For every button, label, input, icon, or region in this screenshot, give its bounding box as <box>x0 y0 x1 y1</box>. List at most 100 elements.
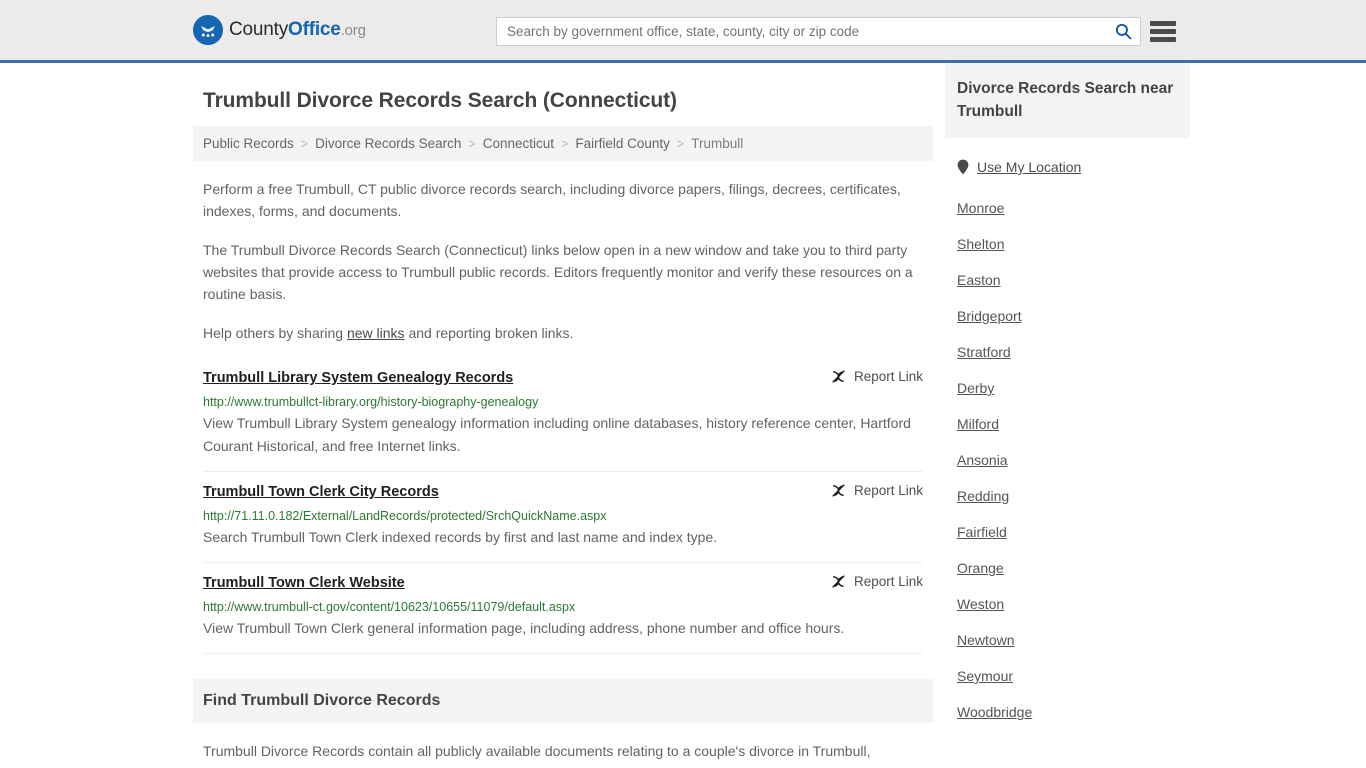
search-input[interactable] <box>497 18 1106 45</box>
find-records-heading: Find Trumbull Divorce Records <box>203 692 441 709</box>
result-description: View Trumbull Town Clerk general informa… <box>203 620 845 636</box>
list-item: Shelton <box>945 226 1190 262</box>
breadcrumb-item-fairfield-county[interactable]: Fairfield County <box>575 136 670 151</box>
main-content: Trumbull Divorce Records Search (Connect… <box>193 63 933 768</box>
list-item: Derby <box>945 370 1190 406</box>
breadcrumb-item-public-records[interactable]: Public Records <box>203 136 294 151</box>
breadcrumb: Public Records > Divorce Records Search … <box>193 126 933 161</box>
sidebar-city-bridgeport[interactable]: Bridgeport <box>945 298 1190 334</box>
sidebar-city-monroe[interactable]: Monroe <box>945 190 1190 226</box>
sidebar-city-redding[interactable]: Redding <box>945 478 1190 514</box>
report-link-label: Report Link <box>853 483 923 498</box>
broken-link-icon <box>832 575 845 588</box>
report-link-button[interactable]: Report Link <box>831 574 923 589</box>
breadcrumb-separator: > <box>561 136 569 151</box>
list-item: Milford <box>945 406 1190 442</box>
use-my-location-row[interactable]: Use My Location <box>957 159 1190 175</box>
breadcrumb-item-connecticut[interactable]: Connecticut <box>483 136 554 151</box>
find-records-heading-bar: Find Trumbull Divorce Records <box>193 679 933 723</box>
search-button[interactable] <box>1106 18 1140 45</box>
result-url-link[interactable]: http://71.11.0.182/External/LandRecords/… <box>203 508 923 524</box>
sidebar-city-newtown[interactable]: Newtown <box>945 622 1190 658</box>
breadcrumb-separator: > <box>676 136 685 151</box>
result-header: Trumbull Library System Genealogy Record… <box>203 368 923 388</box>
site-header: CountyOffice.org <box>0 0 1366 63</box>
search-icon <box>1115 23 1131 40</box>
menu-bar-3 <box>1150 37 1176 42</box>
result-item: Trumbull Library System Genealogy Record… <box>203 364 923 472</box>
breadcrumb-item-divorce-records-search[interactable]: Divorce Records Search <box>315 136 461 151</box>
sidebar-city-weston[interactable]: Weston <box>945 586 1190 622</box>
list-item: Orange <box>945 550 1190 586</box>
list-item: Bridgeport <box>945 298 1190 334</box>
result-header: Trumbull Town Clerk City Records Report … <box>203 482 923 502</box>
sidebar-city-fairfield[interactable]: Fairfield <box>945 514 1190 550</box>
search-bar[interactable] <box>496 17 1141 46</box>
results-list: Trumbull Library System Genealogy Record… <box>193 364 933 654</box>
content-row: Trumbull Divorce Records Search (Connect… <box>0 63 1366 768</box>
sidebar-city-seymour[interactable]: Seymour <box>945 658 1190 694</box>
result-item: Trumbull Town Clerk City Records Report … <box>203 472 923 563</box>
result-url-link[interactable]: http://www.trumbull-ct.gov/content/10623… <box>203 599 923 615</box>
list-item: Monroe <box>945 190 1190 226</box>
sidebar-city-woodbridge[interactable]: Woodbridge <box>945 694 1190 730</box>
sidebar-city-stratford[interactable]: Stratford <box>945 334 1190 370</box>
list-item: Ansonia <box>945 442 1190 478</box>
sidebar-heading: Divorce Records Search near Trumbull <box>957 80 1174 120</box>
share-text-after: and reporting broken links. <box>404 325 574 341</box>
result-title-link[interactable]: Trumbull Library System Genealogy Record… <box>203 368 513 388</box>
sidebar: Divorce Records Search near Trumbull Use… <box>945 63 1190 730</box>
use-my-location-link[interactable]: Use My Location <box>977 159 1081 175</box>
page-container: Trumbull Divorce Records Search (Connect… <box>0 63 1366 768</box>
intro-section: Perform a free Trumbull, CT public divor… <box>193 178 933 344</box>
page-title: Trumbull Divorce Records Search (Connect… <box>203 89 677 112</box>
sidebar-city-orange[interactable]: Orange <box>945 550 1190 586</box>
list-item: Weston <box>945 586 1190 622</box>
result-item: Trumbull Town Clerk Website Report Link … <box>203 563 923 654</box>
list-item: Easton <box>945 262 1190 298</box>
find-records-body: Trumbull Divorce Records contain all pub… <box>193 740 933 768</box>
sidebar-city-ansonia[interactable]: Ansonia <box>945 442 1190 478</box>
sidebar-city-easton[interactable]: Easton <box>945 262 1190 298</box>
intro-paragraph-2: The Trumbull Divorce Records Search (Con… <box>203 242 913 302</box>
sidebar-city-shelton[interactable]: Shelton <box>945 226 1190 262</box>
report-link-button[interactable]: Report Link <box>831 369 923 384</box>
list-item: Stratford <box>945 334 1190 370</box>
result-header: Trumbull Town Clerk Website Report Link <box>203 573 923 593</box>
list-item: Woodbridge <box>945 694 1190 730</box>
list-item: Newtown <box>945 622 1190 658</box>
logo-text-county: County <box>229 19 289 40</box>
map-pin-icon <box>957 159 969 175</box>
find-records-paragraph: Trumbull Divorce Records contain all pub… <box>203 743 912 768</box>
breadcrumb-item-trumbull[interactable]: Trumbull <box>691 136 743 151</box>
broken-link-icon <box>832 370 845 383</box>
result-title-link[interactable]: Trumbull Town Clerk City Records <box>203 482 439 502</box>
share-text-before: Help others by sharing <box>203 325 347 341</box>
sidebar-city-derby[interactable]: Derby <box>945 370 1190 406</box>
list-item: Seymour <box>945 658 1190 694</box>
report-link-label: Report Link <box>853 574 923 589</box>
intro-paragraph-3: Help others by sharing new links and rep… <box>203 322 923 344</box>
logo-text: CountyOffice.org <box>229 19 366 41</box>
logo-text-org: .org <box>340 22 366 39</box>
site-logo[interactable]: CountyOffice.org <box>193 15 366 45</box>
logo-text-office: Office <box>288 19 341 40</box>
menu-bar-2 <box>1150 29 1176 34</box>
report-link-label: Report Link <box>853 369 923 384</box>
broken-link-icon <box>832 484 845 497</box>
eagle-shield-icon <box>193 15 223 45</box>
report-link-button[interactable]: Report Link <box>831 483 923 498</box>
new-links-link[interactable]: new links <box>347 325 405 341</box>
result-description: View Trumbull Library System genealogy i… <box>203 415 911 454</box>
result-url-link[interactable]: http://www.trumbullct-library.org/histor… <box>203 394 923 410</box>
list-item: Fairfield <box>945 514 1190 550</box>
result-description: Search Trumbull Town Clerk indexed recor… <box>203 529 718 545</box>
nearby-cities-list: Monroe Shelton Easton Bridgeport Stratfo… <box>945 190 1190 730</box>
breadcrumb-separator: > <box>300 136 309 151</box>
result-title-link[interactable]: Trumbull Town Clerk Website <box>203 573 405 593</box>
intro-paragraph-1: Perform a free Trumbull, CT public divor… <box>203 181 901 219</box>
breadcrumb-separator: > <box>468 136 476 151</box>
sidebar-city-milford[interactable]: Milford <box>945 406 1190 442</box>
hamburger-menu-icon[interactable] <box>1150 19 1176 44</box>
sidebar-heading-bar: Divorce Records Search near Trumbull <box>945 63 1190 138</box>
